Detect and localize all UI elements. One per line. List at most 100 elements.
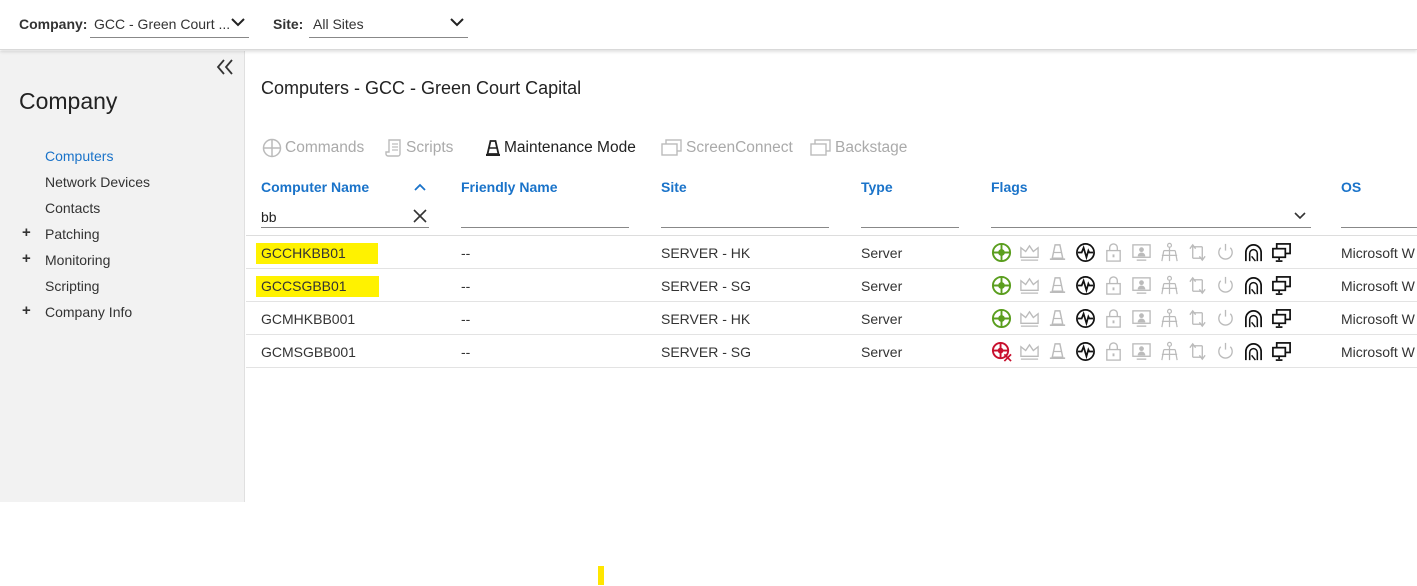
backstage-button[interactable]: Backstage — [810, 137, 907, 159]
chevron-down-icon — [450, 18, 464, 27]
sidebar-item-monitoring[interactable]: Monitoring — [45, 252, 110, 268]
crown-icon[interactable] — [1019, 275, 1040, 296]
monitor-pulse-icon[interactable] — [1075, 341, 1096, 362]
remote-desktop-icon[interactable] — [1271, 275, 1292, 296]
lock-icon[interactable] — [1103, 242, 1124, 263]
site-select-value: All Sites — [313, 16, 364, 32]
crown-icon[interactable] — [1019, 242, 1040, 263]
agent-status-icon[interactable] — [991, 242, 1012, 263]
company-label: Company: — [19, 16, 88, 32]
column-header-type[interactable]: Type — [861, 179, 893, 195]
table-row[interactable]: GCMHKBB001 -- SERVER - HK Server Microsoft W — [246, 302, 1417, 335]
chevron-down-icon — [1294, 212, 1306, 220]
maintenance-icon[interactable] — [1047, 308, 1068, 329]
sync-icon[interactable] — [1187, 275, 1208, 296]
site-filter[interactable] — [661, 206, 829, 228]
commands-button[interactable]: Commands — [262, 137, 364, 159]
sidebar-item-computers[interactable]: Computers — [45, 148, 113, 164]
agent-status-icon[interactable] — [991, 308, 1012, 329]
site-label: Site: — [273, 16, 304, 32]
type-cell: Server — [861, 344, 903, 360]
power-icon[interactable] — [1215, 242, 1236, 263]
traffic-cone-icon — [486, 140, 500, 156]
network-tree-icon[interactable] — [1159, 275, 1180, 296]
column-header-os[interactable]: OS — [1341, 179, 1361, 195]
top-bar: Company: GCC - Green Court ... Site: All… — [0, 0, 1417, 50]
lock-icon[interactable] — [1103, 341, 1124, 362]
computer-name-filter[interactable]: bb — [261, 206, 429, 228]
agent-status-icon[interactable] — [991, 275, 1012, 296]
crown-icon[interactable] — [1019, 308, 1040, 329]
expand-monitoring-icon[interactable]: + — [22, 250, 31, 267]
network-tree-icon[interactable] — [1159, 341, 1180, 362]
sidebar-item-contacts[interactable]: Contacts — [45, 200, 100, 216]
type-filter[interactable] — [861, 206, 959, 228]
column-header-computer-name[interactable]: Computer Name — [261, 179, 369, 195]
sidebar-item-patching[interactable]: Patching — [45, 226, 99, 242]
column-header-site[interactable]: Site — [661, 179, 687, 195]
expand-company-info-icon[interactable]: + — [22, 302, 31, 319]
friendly-name-cell: -- — [461, 278, 471, 294]
maintenance-icon[interactable] — [1047, 275, 1068, 296]
maintenance-icon[interactable] — [1047, 242, 1068, 263]
screenconnect-label: ScreenConnect — [686, 139, 793, 156]
friendly-name-filter[interactable] — [461, 206, 629, 228]
computer-name-cell[interactable]: GCMSGBB001 — [261, 344, 356, 360]
os-cell: Microsoft W — [1341, 278, 1415, 294]
computer-name-cell[interactable]: GCCSGBB01 — [256, 276, 379, 297]
computer-name-cell[interactable]: GCMHKBB001 — [261, 311, 355, 327]
site-cell: SERVER - HK — [661, 245, 751, 261]
lock-icon[interactable] — [1103, 275, 1124, 296]
lock-icon[interactable] — [1103, 308, 1124, 329]
sidebar: Company Computers Network Devices Contac… — [0, 51, 245, 502]
network-tree-icon[interactable] — [1159, 242, 1180, 263]
screenconnect-button[interactable]: ScreenConnect — [661, 137, 793, 159]
network-tree-icon[interactable] — [1159, 308, 1180, 329]
flags-filter[interactable] — [991, 206, 1311, 228]
remote-desktop-icon[interactable] — [1271, 242, 1292, 263]
table-row[interactable]: GCCSGBB01 -- SERVER - SG Server Microsoft W — [246, 269, 1417, 302]
sort-ascending-icon[interactable] — [414, 183, 426, 191]
remote-access-icon[interactable] — [1243, 275, 1264, 296]
column-header-flags[interactable]: Flags — [991, 179, 1028, 195]
scripts-button[interactable]: Scripts — [385, 137, 453, 159]
sidebar-item-scripting[interactable]: Scripting — [45, 278, 99, 294]
sidebar-item-network-devices[interactable]: Network Devices — [45, 174, 150, 190]
remote-access-icon[interactable] — [1243, 341, 1264, 362]
maintenance-mode-button[interactable]: Maintenance Mode — [485, 137, 636, 159]
sync-icon[interactable] — [1187, 308, 1208, 329]
remote-desktop-icon[interactable] — [1271, 308, 1292, 329]
type-cell: Server — [861, 311, 903, 327]
os-filter[interactable] — [1341, 206, 1417, 228]
clear-filter-icon[interactable] — [413, 209, 427, 223]
maintenance-icon[interactable] — [1047, 341, 1068, 362]
site-select[interactable]: All Sites — [309, 8, 468, 38]
presentation-icon[interactable] — [1131, 308, 1152, 329]
table-row[interactable]: GCMSGBB001 -- SERVER - SG Server Microsoft W — [246, 335, 1417, 368]
sidebar-item-company-info[interactable]: Company Info — [45, 304, 132, 320]
company-select[interactable]: GCC - Green Court ... — [90, 8, 249, 38]
presentation-icon[interactable] — [1131, 242, 1152, 263]
collapse-sidebar-icon[interactable] — [215, 58, 235, 76]
computer-name-text: GCMHKBB001 — [261, 311, 356, 327]
monitor-pulse-icon[interactable] — [1075, 308, 1096, 329]
power-icon[interactable] — [1215, 341, 1236, 362]
remote-desktop-icon[interactable] — [1271, 341, 1292, 362]
monitor-pulse-icon[interactable] — [1075, 275, 1096, 296]
expand-patching-icon[interactable]: + — [22, 224, 31, 241]
crown-icon[interactable] — [1019, 341, 1040, 362]
computer-name-cell[interactable]: GCCHKBB01 — [256, 243, 378, 264]
column-header-friendly-name[interactable]: Friendly Name — [461, 179, 557, 195]
table-row[interactable]: GCCHKBB01 -- SERVER - HK Server Microsoft W — [246, 236, 1417, 269]
remote-access-icon[interactable] — [1243, 242, 1264, 263]
sync-icon[interactable] — [1187, 242, 1208, 263]
sync-icon[interactable] — [1187, 341, 1208, 362]
presentation-icon[interactable] — [1131, 275, 1152, 296]
power-icon[interactable] — [1215, 308, 1236, 329]
monitor-pulse-icon[interactable] — [1075, 242, 1096, 263]
power-icon[interactable] — [1215, 275, 1236, 296]
agent-status-icon[interactable] — [991, 341, 1012, 362]
computer-name-text: GCCSGBB01 — [256, 276, 379, 297]
remote-access-icon[interactable] — [1243, 308, 1264, 329]
presentation-icon[interactable] — [1131, 341, 1152, 362]
